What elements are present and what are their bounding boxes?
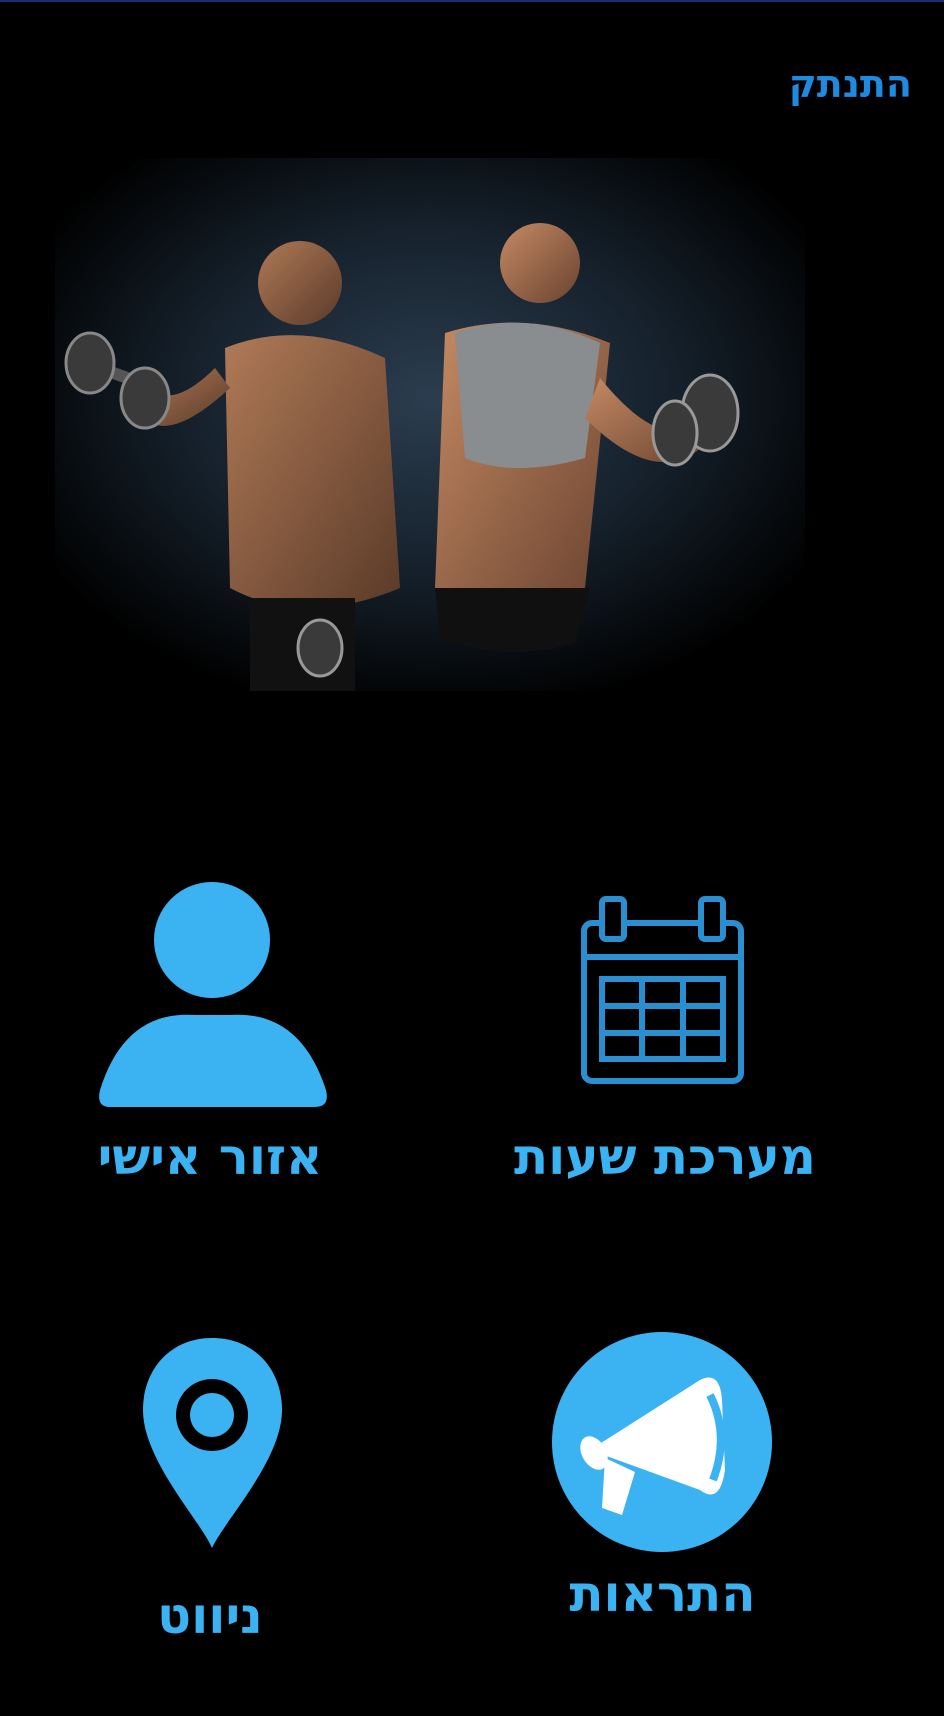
map-pin-icon: [140, 1335, 285, 1550]
navigation-tile[interactable]: ניווט: [130, 1335, 290, 1655]
schedule-label: מערכת שעות: [513, 1128, 816, 1186]
status-divider: [0, 0, 944, 2]
logout-link[interactable]: התנתק: [789, 62, 912, 106]
notifications-label: התראות: [569, 1565, 756, 1623]
schedule-tile[interactable]: מערכת שעות: [495, 895, 835, 1200]
megaphone-icon: [550, 1330, 775, 1555]
navigation-label: ניווט: [157, 1587, 263, 1645]
user-icon: [90, 875, 335, 1107]
personal-area-tile[interactable]: אזור אישי: [80, 870, 340, 1200]
personal-area-label: אזור אישי: [97, 1128, 323, 1186]
notifications-tile[interactable]: התראות: [530, 1325, 795, 1635]
calendar-icon: [580, 895, 745, 1085]
hero-image: [55, 158, 805, 691]
